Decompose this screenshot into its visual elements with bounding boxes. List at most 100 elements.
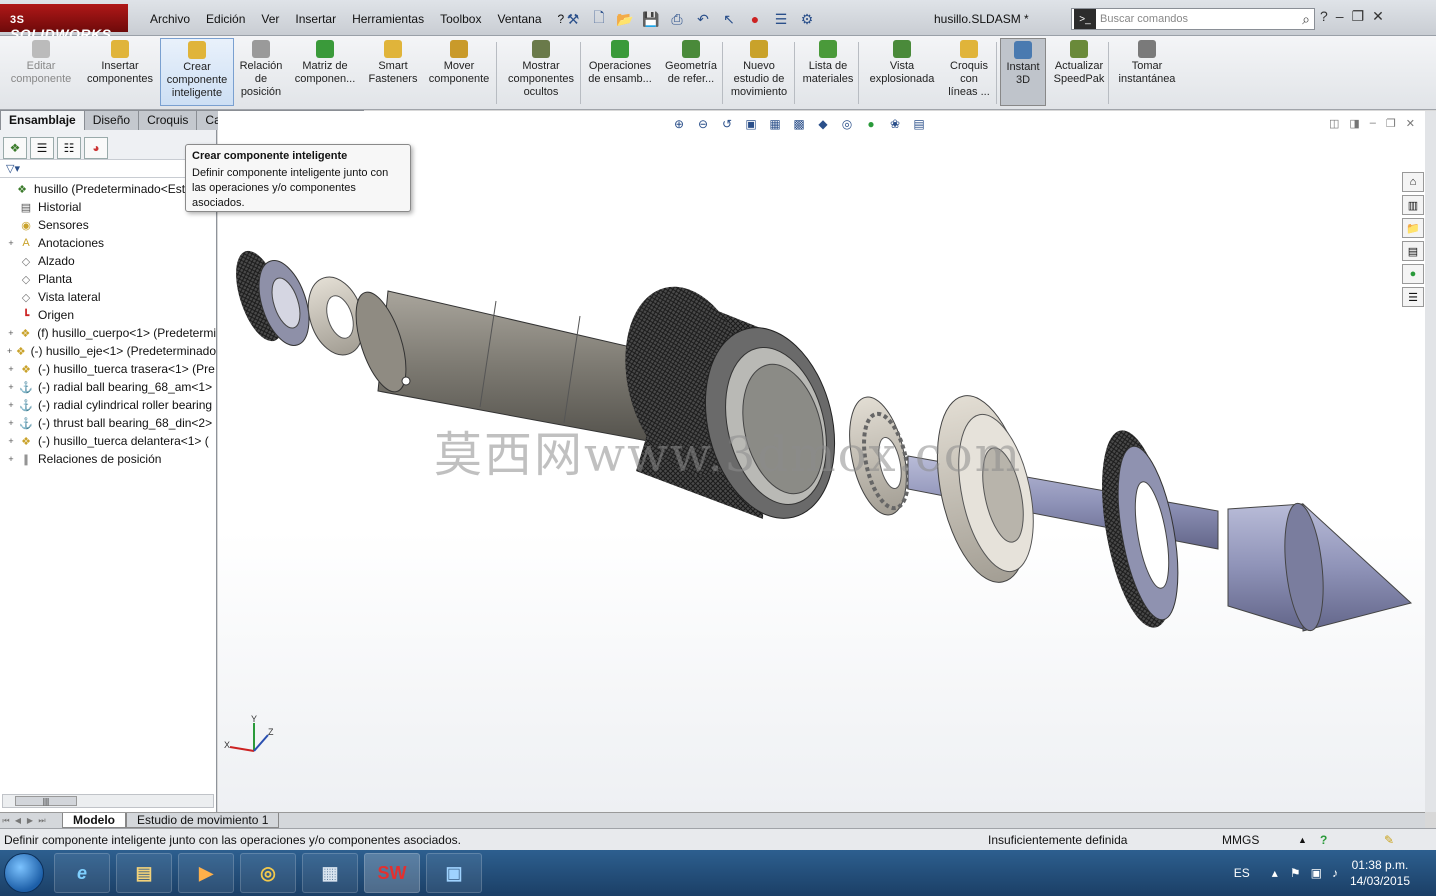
command-button-8[interactable]: Operaciones de ensamb... [584, 38, 656, 106]
command-button-2[interactable]: Crear componente inteligente [160, 38, 234, 106]
tab-1[interactable]: Diseño [83, 110, 140, 130]
expand-icon[interactable]: + [6, 238, 16, 248]
search-icon[interactable]: ⌕ [1302, 11, 1314, 28]
command-button-13[interactable]: Croquis con líneas ... [944, 38, 994, 106]
front-nut-part[interactable] [607, 273, 854, 532]
front-flange-part[interactable] [1089, 425, 1189, 633]
language-indicator[interactable]: ES [1234, 866, 1250, 880]
menu-item-4[interactable]: Herramientas [344, 12, 432, 26]
solidworks-taskbar-icon[interactable]: SW [364, 853, 420, 893]
expand-icon[interactable]: + [6, 400, 16, 410]
solidworks-resources-icon[interactable]: ⌂ [1402, 172, 1424, 192]
menu-item-0[interactable]: Archivo [142, 12, 198, 26]
help-icon[interactable]: ? [1320, 8, 1328, 25]
view-palette-icon[interactable]: ▤ [1402, 241, 1424, 261]
command-button-14[interactable]: Instant 3D [1000, 38, 1046, 106]
configuration-manager-tab-icon[interactable]: ☷ [57, 137, 81, 159]
tree-node[interactable]: + ∥ Relaciones de posición [0, 450, 216, 468]
solidworks-logo[interactable]: 3S SOLIDWORKS [0, 4, 128, 42]
command-button-5[interactable]: Smart Fasteners [364, 38, 422, 106]
tree-node[interactable]: ◇ Vista lateral [0, 288, 216, 306]
expand-icon[interactable]: + [6, 346, 13, 356]
command-button-4[interactable]: Matriz de componen... [288, 38, 362, 106]
scrollbar-thumb[interactable]: ||| [15, 796, 77, 806]
volume-icon[interactable]: ♪ [1332, 866, 1338, 880]
filter-icon[interactable]: ▽▾ [0, 160, 216, 178]
command-button-15[interactable]: Actualizar SpeedPak [1048, 38, 1110, 106]
command-button-6[interactable]: Mover componente [424, 38, 494, 106]
file-explorer-icon[interactable]: 📁 [1402, 218, 1424, 238]
property-manager-tab-icon[interactable]: ☰ [30, 137, 54, 159]
help-status-icon[interactable]: ? [1320, 833, 1327, 847]
menu-item-3[interactable]: Insertar [287, 12, 344, 26]
select-arrow-icon[interactable]: ↖ [718, 8, 740, 30]
tree-node[interactable]: ◉ Sensores [0, 216, 216, 234]
tree-node[interactable]: + A Anotaciones [0, 234, 216, 252]
tree-node[interactable]: ◇ Alzado [0, 252, 216, 270]
tree-node[interactable]: + ❖ (-) husillo_eje<1> (Predeterminado [0, 342, 216, 360]
print-icon[interactable]: ⎙ [666, 8, 688, 30]
rebuild-traffic-light-icon[interactable]: ● [744, 8, 766, 30]
undo-icon[interactable]: ↶ [692, 8, 714, 30]
command-button-10[interactable]: Nuevo estudio de movimiento [726, 38, 792, 106]
command-button-11[interactable]: Lista de materiales [798, 38, 858, 106]
expand-icon[interactable]: + [6, 328, 16, 338]
expand-icon[interactable]: + [6, 418, 16, 428]
first-tab-icon[interactable]: ⏮ [0, 815, 12, 827]
command-button-0[interactable]: Editar componente [2, 38, 80, 106]
expand-icon[interactable]: + [6, 382, 16, 392]
tag-icon[interactable]: ✎ [1384, 833, 1394, 847]
bottom-tab-1[interactable]: Estudio de movimiento 1 [126, 813, 280, 828]
command-button-3[interactable]: Relación de posición [236, 38, 286, 106]
pin-icon[interactable]: ⚒ [562, 8, 584, 30]
bottom-tab-0[interactable]: Modelo [62, 813, 126, 828]
command-button-9[interactable]: Geometría de refer... [658, 38, 724, 106]
chrome-icon[interactable]: ◎ [240, 853, 296, 893]
calculator-icon[interactable]: ▦ [302, 853, 358, 893]
file-explorer-taskbar-icon[interactable]: ▤ [116, 853, 172, 893]
restore-icon[interactable]: ❐ [1352, 8, 1365, 25]
start-button[interactable] [4, 853, 44, 893]
menu-item-6[interactable]: Ventana [489, 12, 549, 26]
show-hidden-icons-icon[interactable]: ▴ [1272, 866, 1278, 880]
tree-node[interactable]: ┗ Origen [0, 306, 216, 324]
prev-tab-icon[interactable]: ◀ [12, 815, 24, 827]
tree-node[interactable]: + ⚓ (-) thrust ball bearing_68_din<2> [0, 414, 216, 432]
save-icon[interactable]: 💾 [640, 8, 662, 30]
tab-2[interactable]: Croquis [138, 110, 198, 130]
search-commands-box[interactable]: >_ Buscar comandos ⌕ [1071, 8, 1315, 30]
menu-item-5[interactable]: Toolbox [432, 12, 489, 26]
command-button-7[interactable]: Mostrar componentes ocultos [500, 38, 582, 106]
horizontal-scrollbar[interactable]: ||| [2, 794, 214, 808]
command-button-12[interactable]: Vista explosionada [862, 38, 942, 106]
menu-item-2[interactable]: Ver [253, 12, 287, 26]
last-tab-icon[interactable]: ⏭ [36, 815, 48, 827]
network-icon[interactable]: ▣ [1311, 866, 1322, 880]
design-library-icon[interactable]: ▥ [1402, 195, 1424, 215]
clock[interactable]: 01:38 p.m. 14/03/2015 [1350, 857, 1410, 889]
status-units[interactable]: MMGS [1222, 833, 1259, 847]
tree-node[interactable]: + ❖ (-) husillo_tuerca delantera<1> ( [0, 432, 216, 450]
expand-icon[interactable]: + [6, 436, 16, 446]
command-button-16[interactable]: Tomar instantánea [1112, 38, 1182, 106]
open-folder-icon[interactable]: 📂 [614, 8, 636, 30]
internet-explorer-icon[interactable]: e [54, 853, 110, 893]
new-document-icon[interactable]: 🗋 [588, 8, 610, 30]
expand-icon[interactable]: + [6, 454, 16, 464]
appearances-icon[interactable]: ● [1402, 264, 1424, 284]
tree-node[interactable]: + ⚓ (-) radial ball bearing_68_am<1> [0, 378, 216, 396]
units-arrow-icon[interactable]: ▲ [1298, 835, 1307, 845]
custom-properties-icon[interactable]: ☰ [1402, 287, 1424, 307]
options-icon[interactable]: ⚙ [796, 8, 818, 30]
rear-nut-part[interactable] [226, 245, 318, 352]
graphics-area[interactable]: ⊕ ⊖ ↺ ▣ ▦ ▩ ◆ ◎ ● ❀ ▤ ◫ ◨ – ❐ ✕ 莫西网www.3… [218, 111, 1425, 812]
close-icon[interactable]: ✕ [1372, 8, 1384, 25]
expand-icon[interactable]: + [6, 364, 16, 374]
minimize-icon[interactable]: – [1336, 8, 1344, 25]
menu-item-1[interactable]: Edición [198, 12, 253, 26]
image-viewer-icon[interactable]: ▣ [426, 853, 482, 893]
tree-node[interactable]: + ❖ (-) husillo_tuerca trasera<1> (Pre [0, 360, 216, 378]
feature-tree-tab-icon[interactable]: ❖ [3, 137, 27, 159]
tree-node[interactable]: + ❖ (f) husillo_cuerpo<1> (Predetermi [0, 324, 216, 342]
flag-icon[interactable]: ⚑ [1290, 866, 1301, 880]
